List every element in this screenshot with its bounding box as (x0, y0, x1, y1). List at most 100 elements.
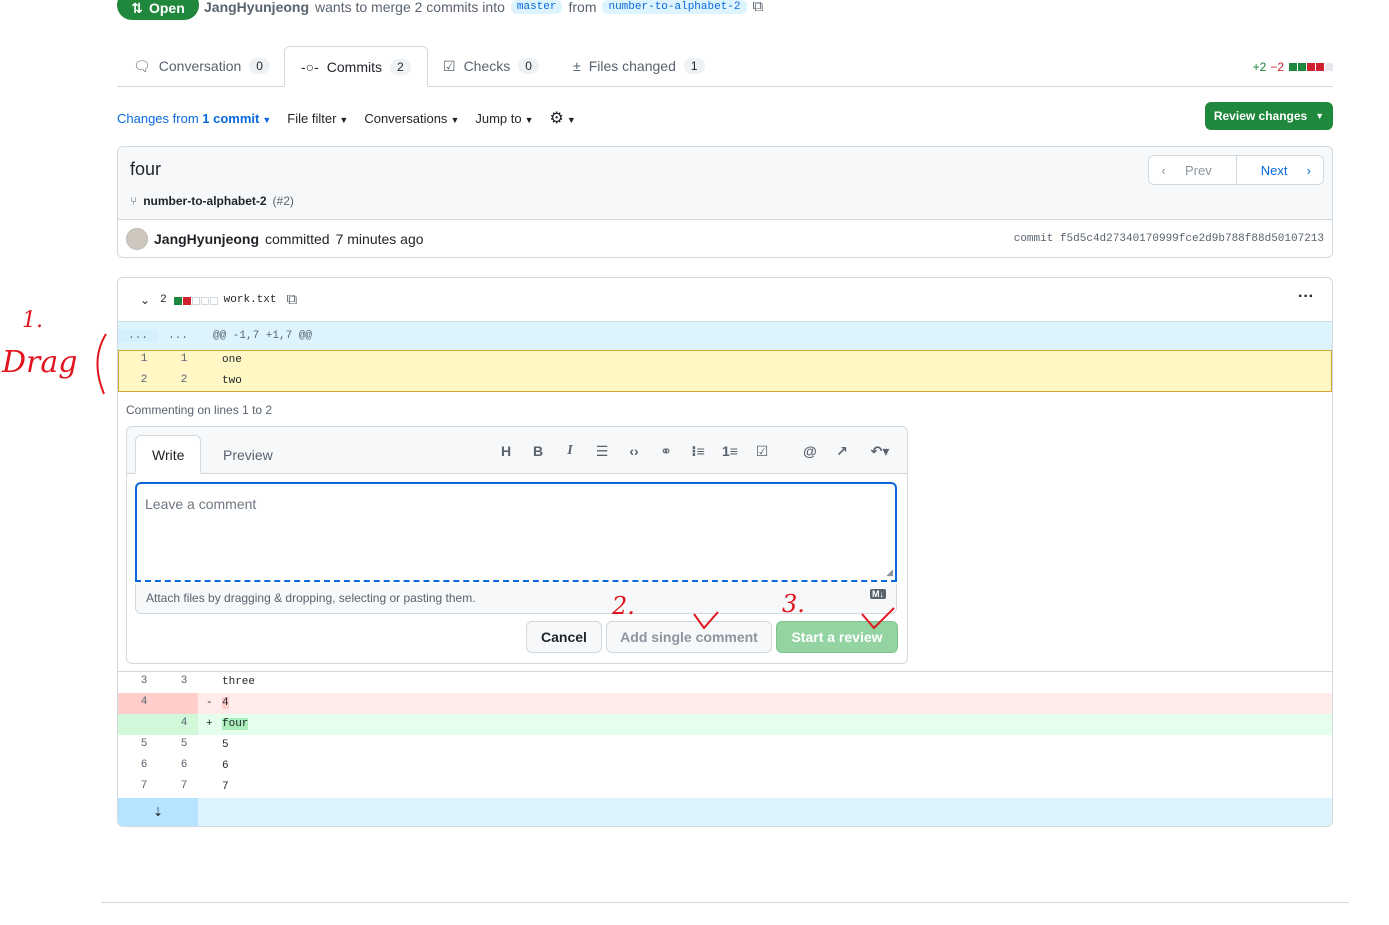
undo-icon[interactable]: ↶▾ (865, 443, 895, 460)
heading-icon[interactable]: H (497, 443, 515, 459)
tab-commits[interactable]: -○- Commits 2 (284, 46, 428, 87)
link-icon[interactable]: ⚭ (657, 443, 675, 460)
checklist-icon: ☑ (443, 57, 456, 74)
chevron-down-icon[interactable]: ⌄ (140, 293, 150, 307)
pull-request-icon: ⇅ (131, 0, 143, 16)
file-filter-label: File filter (287, 110, 337, 126)
commit-sha[interactable]: commit f5d5c4d27340170999fce2d9b788f88d5… (1014, 233, 1324, 245)
next-commit-button[interactable]: Next › (1237, 156, 1323, 184)
file-diff: ⌄ 2 work.txt ⧉ ··· ... ... @@ -1,7 +1,7 … (117, 277, 1333, 827)
caret-down-icon: ▼ (339, 114, 349, 125)
commit-title: four (130, 159, 162, 179)
old-line-number[interactable]: 1 (124, 353, 164, 365)
commit-author-line: JangHyunjeong committed 7 minutes ago (126, 228, 424, 250)
diff-line-selected[interactable]: 1 1 one (118, 350, 1332, 371)
code-icon[interactable]: ‹› (625, 443, 643, 459)
sha-label: commit (1013, 233, 1054, 245)
add-single-comment-button[interactable]: Add single comment (606, 621, 772, 653)
ordered-list-icon[interactable]: 1≡ (721, 443, 739, 459)
old-line-number[interactable]: 6 (124, 759, 164, 771)
old-line-number[interactable]: 7 (124, 780, 164, 792)
bold-icon[interactable]: B (529, 443, 547, 459)
settings-dropdown[interactable]: ⚙ ▼ (550, 108, 576, 128)
jump-to-dropdown[interactable]: Jump to ▼ (475, 111, 533, 126)
diffstat: +2 −2 (1253, 60, 1333, 74)
tab-count: 0 (249, 58, 270, 74)
conversations-dropdown[interactable]: Conversations ▼ (364, 111, 459, 126)
pr-ref-link[interactable]: (#2) (273, 194, 294, 208)
new-line-number[interactable]: 1 (164, 353, 204, 365)
old-line-number[interactable]: 4 (124, 696, 164, 708)
cancel-button[interactable]: Cancel (526, 621, 602, 653)
commit-pagination: ‹ Prev Next › (1148, 155, 1324, 185)
commit-branch-link[interactable]: number-to-alphabet-2 (143, 194, 266, 208)
diff-line[interactable]: 5 5 5 (118, 735, 1332, 756)
expand-up-right[interactable]: ... (158, 330, 198, 342)
head-branch[interactable]: number-to-alphabet-2 (602, 0, 747, 14)
new-line-number[interactable]: 5 (164, 738, 204, 750)
pr-author-link[interactable]: JangHyunjeong (204, 0, 309, 15)
commit-author-link[interactable]: JangHyunjeong (154, 231, 259, 247)
file-diff-icon: ± (573, 58, 581, 74)
new-line-number[interactable]: 7 (164, 780, 204, 792)
hunk-header-text: @@ -1,7 +1,7 @@ (213, 330, 313, 342)
diff-line-deleted[interactable]: 4 - 4 (118, 693, 1332, 714)
new-line-number[interactable]: 3 (164, 675, 204, 687)
quote-icon[interactable]: ☰ (593, 443, 611, 460)
expand-up-left[interactable]: ... (118, 330, 158, 342)
caret-down-icon: ▼ (524, 114, 534, 125)
task-list-icon[interactable]: ☑ (753, 443, 771, 460)
review-changes-button[interactable]: Review changes ▼ (1205, 102, 1333, 130)
tab-checks[interactable]: ☑ Checks 0 (427, 46, 555, 86)
file-filter-dropdown[interactable]: File filter ▼ (287, 111, 348, 126)
line-code: 4 (222, 697, 229, 709)
new-line-number[interactable]: 2 (164, 374, 204, 386)
base-branch[interactable]: master (510, 0, 563, 14)
resize-handle-icon[interactable]: ◢ (886, 567, 893, 578)
diff-line[interactable]: 3 3 three (118, 672, 1332, 693)
commit-branch-info: ⑂ number-to-alphabet-2 (#2) (130, 194, 294, 208)
tab-files-changed[interactable]: ± Files changed 1 (557, 46, 721, 86)
pr-status-label: Open (148, 0, 185, 16)
new-line-number[interactable]: 6 (164, 759, 204, 771)
committed-text: committed (265, 231, 330, 247)
tab-label: Conversation (158, 58, 242, 74)
tab-label: Checks (463, 58, 511, 74)
conversations-label: Conversations (364, 110, 448, 126)
diff-line-added[interactable]: 4 + four (118, 714, 1332, 735)
tab-preview[interactable]: Preview (207, 435, 289, 474)
old-line-number[interactable]: 2 (124, 374, 164, 386)
comment-textarea[interactable]: Leave a comment ◢ (135, 482, 897, 582)
changes-from-dropdown[interactable]: Changes from 1 commit ▼ (117, 111, 271, 126)
diff-line-selected[interactable]: 2 2 two (118, 371, 1332, 392)
new-line-number[interactable]: 4 (164, 717, 204, 729)
line-sign: - (206, 697, 213, 709)
tab-conversation[interactable]: 🗨︎ Conversation 0 (117, 46, 286, 86)
old-line-number[interactable]: 3 (124, 675, 164, 687)
annotation-step2: 2. (612, 592, 635, 620)
kebab-menu-icon[interactable]: ··· (1298, 288, 1314, 306)
copy-icon[interactable]: ⧉ (286, 291, 297, 308)
tab-count: 2 (390, 58, 411, 75)
unordered-list-icon[interactable]: ⁝≡ (689, 443, 707, 460)
annotation-step1-number: 1. (22, 308, 43, 333)
expand-down-icon[interactable]: ⇣ (118, 798, 198, 826)
mention-icon[interactable]: @ (801, 443, 819, 459)
line-code: three (222, 676, 256, 688)
from-text: from (568, 0, 597, 15)
prev-commit-button[interactable]: ‹ Prev (1149, 156, 1237, 184)
diff-line[interactable]: 6 6 6 (118, 756, 1332, 777)
old-line-number[interactable]: 5 (124, 738, 164, 750)
cross-reference-icon[interactable]: ↗ (833, 443, 851, 460)
avatar[interactable] (126, 228, 148, 250)
annotation-checkmark-2 (693, 611, 719, 630)
copy-icon[interactable]: ⧉ (753, 0, 764, 15)
annotation-step3: 3. (782, 590, 805, 618)
hunk-footer: ⇣ (118, 798, 1332, 826)
tab-write[interactable]: Write (135, 435, 202, 474)
italic-icon[interactable]: I (561, 443, 579, 459)
diff-line[interactable]: 7 7 7 (118, 777, 1332, 798)
file-name[interactable]: work.txt (224, 294, 277, 306)
markdown-icon[interactable]: M↓ (870, 589, 886, 599)
diffstat-blocks (173, 292, 218, 308)
